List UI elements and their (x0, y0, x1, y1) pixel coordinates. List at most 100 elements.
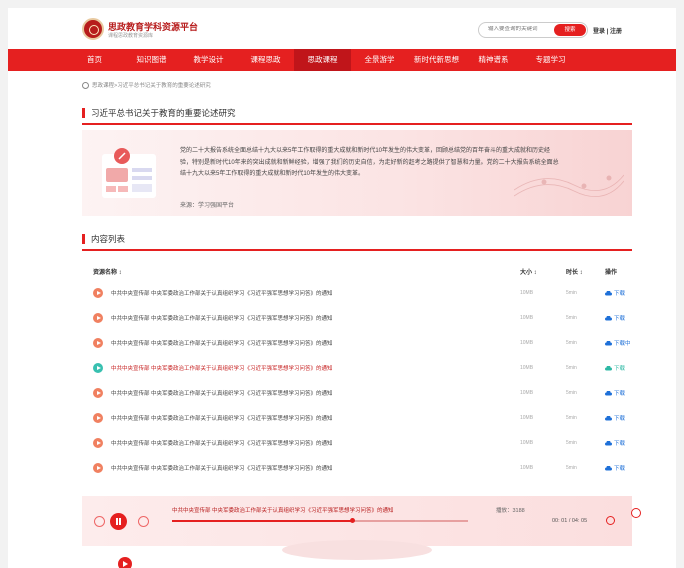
search-input[interactable] (488, 26, 552, 32)
play-count: 播放：3188 (496, 508, 525, 514)
resource-name[interactable]: 中共中央宣传部 中央军委政治工作部关于认真组织学习《习近平强军思想学习问答》的通… (111, 314, 333, 322)
play-icon[interactable] (93, 463, 103, 473)
previous-icon[interactable] (94, 516, 105, 527)
intro-card: 党的二十大报告系统全面总结十九大以来5年工作取得的重大成就和新时代10年发生的伟… (82, 130, 632, 216)
download-link[interactable]: 下载 (605, 439, 625, 447)
resource-duration: 5min (566, 440, 577, 446)
table-row[interactable]: 中共中央宣传部 中央军委政治工作部关于认真组织学习《习近平强军思想学习问答》的通… (82, 382, 632, 407)
cloud-download-icon (605, 440, 612, 445)
resource-duration: 5min (566, 315, 577, 321)
column-name-header[interactable]: 资源名称 ↕ (93, 267, 122, 276)
book-illustration-icon (102, 148, 156, 198)
progress-handle[interactable] (350, 518, 356, 523)
cloud-download-icon (605, 415, 612, 420)
download-label: 下载中 (614, 341, 631, 347)
resource-name[interactable]: 中共中央宣传部 中央军委政治工作部关于认真组织学习《习近平强军思想学习问答》的通… (111, 339, 333, 347)
table-row[interactable]: 中共中央宣传部 中央军委政治工作部关于认真组织学习《习近平强军思想学习问答》的通… (82, 457, 632, 482)
divider (82, 123, 632, 125)
nav-item-course-ideology[interactable]: 课程思政 (237, 49, 294, 71)
intro-header: 习近平总书记关于教育的重要论述研究 (82, 104, 632, 122)
divider (82, 249, 632, 251)
resource-name[interactable]: 中共中央宣传部 中央军委政治工作部关于认真组织学习《习近平强军思想学习问答》的通… (111, 389, 333, 397)
table-row[interactable]: 中共中央宣传部 中央军委政治工作部关于认真组织学习《习近平强军思想学习问答》的通… (82, 407, 632, 432)
download-label: 下载 (614, 441, 626, 447)
nav-item-home[interactable]: 首页 (66, 49, 123, 71)
column-action-header: 操作 (605, 270, 618, 276)
search-button[interactable]: 搜索 (554, 24, 586, 36)
resource-duration: 5min (566, 365, 577, 371)
play-icon[interactable] (93, 438, 103, 448)
play-icon[interactable] (93, 388, 103, 398)
column-duration-header[interactable]: 时长 ↕ (566, 267, 583, 276)
download-label: 下载 (614, 466, 626, 472)
breadcrumb-text[interactable]: 思政课程>习近平总书记关于教育的重要论述研究 (92, 81, 211, 89)
resource-duration: 5min (566, 465, 577, 471)
nav-item-spirit-lineage[interactable]: 精神谱系 (465, 49, 522, 71)
resource-duration: 5min (566, 390, 577, 396)
content-title: 内容列表 (91, 234, 126, 244)
cloud-download-icon (605, 315, 612, 320)
table-row[interactable]: 中共中央宣传部 中央军委政治工作部关于认真组织学习《习近平强军思想学习问答》的通… (82, 357, 632, 382)
resource-name[interactable]: 中共中央宣传部 中央军委政治工作部关于认真组织学习《习近平强军思想学习问答》的通… (111, 464, 333, 472)
progress-bar[interactable] (172, 518, 468, 523)
breadcrumb: 思政课程>习近平总书记关于教育的重要论述研究 (82, 81, 211, 89)
progress-fill (172, 520, 353, 522)
resource-name[interactable]: 中共中央宣传部 中央军委政治工作部关于认真组织学习《习近平强军思想学习问答》的通… (111, 439, 333, 447)
table-row[interactable]: 中共中央宣传部 中央军委政治工作部关于认真组织学习《习近平强军思想学习问答》的通… (82, 332, 632, 357)
download-label: 下载 (614, 416, 626, 422)
table-row[interactable]: 中共中央宣传部 中央军委政治工作部关于认真组织学习《习近平强军思想学习问答》的通… (82, 282, 632, 307)
resource-name[interactable]: 中共中央宣传部 中央军委政治工作部关于认真组织学习《习近平强军思想学习问答》的通… (111, 289, 333, 297)
intro-body: 党的二十大报告系统全面总结十九大以来5年工作取得的重大成就和新时代10年发生的伟… (180, 148, 559, 177)
resource-size: 10MB (520, 340, 534, 346)
cloud-download-icon (605, 465, 612, 470)
download-link[interactable]: 下载 (605, 364, 625, 372)
play-icon[interactable] (93, 313, 103, 323)
cloud-download-icon (605, 365, 612, 370)
resource-size: 10MB (520, 290, 534, 296)
download-link[interactable]: 下载 (605, 464, 625, 472)
cloud-download-icon (605, 290, 612, 295)
resource-size: 10MB (520, 390, 534, 396)
page: 思政教育学科资源平台 课程思政教育资源库 搜索 登录 | 注册 首页 知识图谱 … (8, 8, 676, 568)
resource-size: 10MB (520, 365, 534, 371)
download-link[interactable]: 下载中 (605, 339, 631, 347)
download-label: 下载 (614, 291, 626, 297)
pause-button[interactable] (110, 513, 127, 530)
resource-duration: 5min (566, 415, 577, 421)
nav-item-new-era-thought[interactable]: 新时代新思想 (408, 49, 465, 71)
play-icon[interactable] (93, 413, 103, 423)
download-link[interactable]: 下载 (605, 389, 625, 397)
column-size-header[interactable]: 大小 ↕ (520, 267, 537, 276)
audio-player: 中共中央宣传部 中央军委政治工作部关于认真组织学习《习近平强军思想学习问答》的通… (82, 496, 632, 546)
nav-item-knowledge-graph[interactable]: 知识图谱 (123, 49, 180, 71)
next-icon[interactable] (138, 516, 149, 527)
download-link[interactable]: 下载 (605, 314, 625, 322)
download-link[interactable]: 下载 (605, 414, 625, 422)
floating-play-button[interactable] (118, 557, 132, 568)
table-row[interactable]: 中共中央宣传部 中央军委政治工作部关于认真组织学习《习近平强军思想学习问答》的通… (82, 307, 632, 332)
music-notes-decoration-icon (514, 174, 624, 198)
resource-name[interactable]: 中共中央宣传部 中央军委政治工作部关于认真组织学习《习近平强军思想学习问答》的通… (111, 414, 333, 422)
download-label: 下载 (614, 391, 626, 397)
main-nav: 首页 知识图谱 教学设计 课程思政 思政课程 全景游学 新时代新思想 精神谱系 … (8, 49, 676, 71)
repeat-icon[interactable] (631, 508, 641, 518)
nav-item-panorama-study[interactable]: 全景游学 (351, 49, 408, 71)
play-icon[interactable] (93, 338, 103, 348)
nav-item-ideology-course[interactable]: 思政课程 (294, 49, 351, 71)
play-icon[interactable] (93, 363, 103, 373)
footer-decoration (82, 540, 632, 568)
table-row[interactable]: 中共中央宣传部 中央军委政治工作部关于认真组织学习《习近平强军思想学习问答》的通… (82, 432, 632, 457)
login-register-link[interactable]: 登录 | 注册 (593, 26, 622, 35)
intro-source: 来源：学习强国平台 (180, 203, 235, 209)
download-link[interactable]: 下载 (605, 289, 625, 297)
resource-name[interactable]: 中共中央宣传部 中央军委政治工作部关于认真组织学习《习近平强军思想学习问答》的通… (111, 364, 333, 372)
download-label: 下载 (614, 316, 626, 322)
loop-icon[interactable] (606, 516, 615, 525)
nav-item-teaching-design[interactable]: 教学设计 (180, 49, 237, 71)
cloud-download-icon (605, 340, 612, 345)
title-marker (82, 108, 85, 118)
search-box: 搜索 (478, 22, 588, 38)
play-icon[interactable] (93, 288, 103, 298)
nav-item-topic-study[interactable]: 专题学习 (522, 49, 579, 71)
content-header: 内容列表 (82, 230, 632, 248)
